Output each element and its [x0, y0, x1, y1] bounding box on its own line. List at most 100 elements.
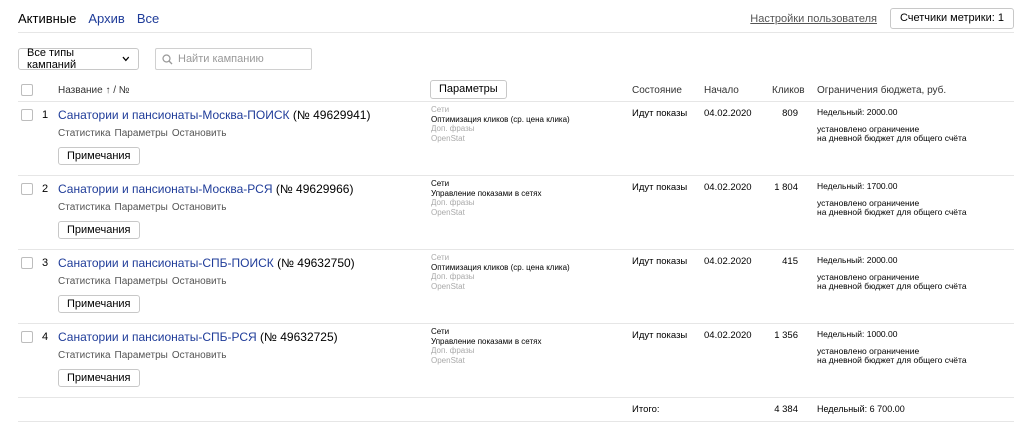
- campaign-budget: Недельный: 1000.00 установлено ограничен…: [817, 329, 967, 366]
- param-openstat: OpenStat: [431, 133, 465, 143]
- stats-link[interactable]: Статистика: [58, 128, 111, 139]
- budget-limit-line2: на дневной бюджет для общего счёта: [817, 133, 967, 143]
- campaign-params: Сети Оптимизация кликов (ср. цена клика)…: [431, 105, 570, 143]
- param-networks: Сети: [431, 327, 450, 336]
- totals-clicks: 4 384: [774, 404, 798, 415]
- search-icon: [162, 53, 173, 64]
- params-link[interactable]: Параметры: [115, 350, 168, 361]
- stop-link[interactable]: Остановить: [172, 350, 227, 361]
- param-extra-phrases: Доп. фразы: [431, 198, 475, 207]
- param-openstat: OpenStat: [431, 355, 465, 365]
- campaign-budget: Недельный: 2000.00 установлено ограничен…: [817, 107, 967, 144]
- campaign-id: (№ 49629941): [292, 108, 371, 122]
- param-networks: Сети: [431, 179, 450, 188]
- param-networks: Сети: [431, 253, 450, 262]
- stop-link[interactable]: Остановить: [172, 276, 227, 287]
- parameters-button[interactable]: Параметры: [430, 80, 507, 99]
- budget-limit-line2: на дневной бюджет для общего счёта: [817, 281, 967, 291]
- param-networks: Сети: [431, 105, 450, 114]
- campaign-name-link[interactable]: Санатории и пансионаты-Москва-ПОИСК: [58, 108, 290, 122]
- row-number: 4: [42, 331, 49, 343]
- campaign-state: Идут показы: [632, 182, 688, 193]
- campaign-title: Санатории и пансионаты-СПБ-ПОИСК (№ 4963…: [58, 256, 355, 270]
- tab-all[interactable]: Все: [137, 11, 159, 26]
- campaign-name-link[interactable]: Санатории и пансионаты-СПБ-РСЯ: [58, 330, 257, 344]
- totals-label: Итого:: [632, 404, 660, 415]
- totals-budget: Недельный: 6 700.00: [817, 404, 905, 414]
- table-row: 3 Санатории и пансионаты-СПБ-ПОИСК (№ 49…: [18, 251, 1014, 325]
- campaign-state: Идут показы: [632, 330, 688, 341]
- param-strategy: Управление показами в сетях: [431, 188, 542, 198]
- param-strategy: Оптимизация кликов (ср. цена клика): [431, 114, 570, 124]
- params-link[interactable]: Параметры: [115, 276, 168, 287]
- row-number: 1: [42, 109, 49, 121]
- totals-divider: [18, 421, 1014, 422]
- budget-limit-line2: на дневной бюджет для общего счёта: [817, 355, 967, 365]
- param-openstat: OpenStat: [431, 207, 465, 217]
- budget-weekly: Недельный: 1000.00: [817, 329, 898, 339]
- stop-link[interactable]: Остановить: [172, 202, 227, 213]
- param-extra-phrases: Доп. фразы: [431, 124, 475, 133]
- table-row: 4 Санатории и пансионаты-СПБ-РСЯ (№ 4963…: [18, 325, 1014, 399]
- tab-archive[interactable]: Архив: [88, 11, 124, 26]
- params-link[interactable]: Параметры: [115, 202, 168, 213]
- row-links: Статистика Параметры Остановить: [58, 276, 230, 287]
- budget-weekly: Недельный: 1700.00: [817, 181, 898, 191]
- campaign-title: Санатории и пансионаты-СПБ-РСЯ (№ 496327…: [58, 330, 338, 344]
- campaign-state: Идут показы: [632, 256, 688, 267]
- campaign-clicks: 415: [782, 256, 798, 267]
- table-header: Название ↑ / № Параметры Состояние Начал…: [18, 80, 1014, 100]
- row-checkbox[interactable]: [21, 183, 33, 195]
- campaign-id: (№ 49632725): [260, 330, 338, 344]
- column-name[interactable]: Название ↑ / №: [58, 85, 130, 96]
- campaign-title: Санатории и пансионаты-Москва-ПОИСК (№ 4…: [58, 108, 370, 122]
- row-links: Статистика Параметры Остановить: [58, 350, 230, 361]
- row-checkbox[interactable]: [21, 257, 33, 269]
- campaign-start: 04.02.2020: [704, 108, 752, 119]
- stats-link[interactable]: Статистика: [58, 276, 111, 287]
- campaign-start: 04.02.2020: [704, 330, 752, 341]
- column-state: Состояние: [632, 85, 682, 96]
- status-tabs: Активные Архив Все: [18, 11, 171, 26]
- search-input[interactable]: [178, 53, 308, 65]
- stop-link[interactable]: Остановить: [172, 128, 227, 139]
- campaign-name-link[interactable]: Санатории и пансионаты-Москва-РСЯ: [58, 182, 273, 196]
- campaign-start: 04.02.2020: [704, 256, 752, 267]
- campaign-type-select[interactable]: Все типы кампаний: [18, 47, 139, 71]
- row-checkbox[interactable]: [21, 109, 33, 121]
- user-settings-link[interactable]: Настройки пользователя: [750, 13, 877, 25]
- notes-button[interactable]: Примечания: [58, 369, 140, 387]
- tab-active[interactable]: Активные: [18, 11, 76, 26]
- param-openstat: OpenStat: [431, 281, 465, 291]
- campaign-clicks: 809: [782, 108, 798, 119]
- campaign-name-link[interactable]: Санатории и пансионаты-СПБ-ПОИСК: [58, 256, 274, 270]
- row-number: 3: [42, 257, 49, 269]
- notes-button[interactable]: Примечания: [58, 147, 140, 165]
- param-extra-phrases: Доп. фразы: [431, 272, 475, 281]
- chevron-down-icon: [122, 56, 130, 62]
- row-checkbox[interactable]: [21, 331, 33, 343]
- param-extra-phrases: Доп. фразы: [431, 346, 475, 355]
- row-divider: [18, 323, 1014, 324]
- notes-button[interactable]: Примечания: [58, 221, 140, 239]
- campaign-title: Санатории и пансионаты-Москва-РСЯ (№ 496…: [58, 182, 353, 196]
- stats-link[interactable]: Статистика: [58, 350, 111, 361]
- campaign-state: Идут показы: [632, 108, 688, 119]
- param-strategy: Оптимизация кликов (ср. цена клика): [431, 262, 570, 272]
- select-all-checkbox[interactable]: [21, 84, 33, 96]
- column-start: Начало: [704, 85, 739, 96]
- campaign-params: Сети Управление показами в сетях Доп. фр…: [431, 327, 541, 365]
- stats-link[interactable]: Статистика: [58, 202, 111, 213]
- campaign-clicks: 1 356: [774, 330, 798, 341]
- campaign-search: [155, 48, 312, 70]
- header-actions: Настройки пользователя Счетчики метрики:…: [750, 8, 1014, 29]
- table-row: 2 Санатории и пансионаты-Москва-РСЯ (№ 4…: [18, 177, 1014, 251]
- notes-button[interactable]: Примечания: [58, 295, 140, 313]
- campaign-budget: Недельный: 1700.00 установлено ограничен…: [817, 181, 967, 218]
- metrics-counters-button[interactable]: Счетчики метрики: 1: [889, 8, 1014, 29]
- campaign-clicks: 1 804: [774, 182, 798, 193]
- row-divider: [18, 249, 1014, 250]
- row-divider: [18, 175, 1014, 176]
- row-links: Статистика Параметры Остановить: [58, 128, 230, 139]
- params-link[interactable]: Параметры: [115, 128, 168, 139]
